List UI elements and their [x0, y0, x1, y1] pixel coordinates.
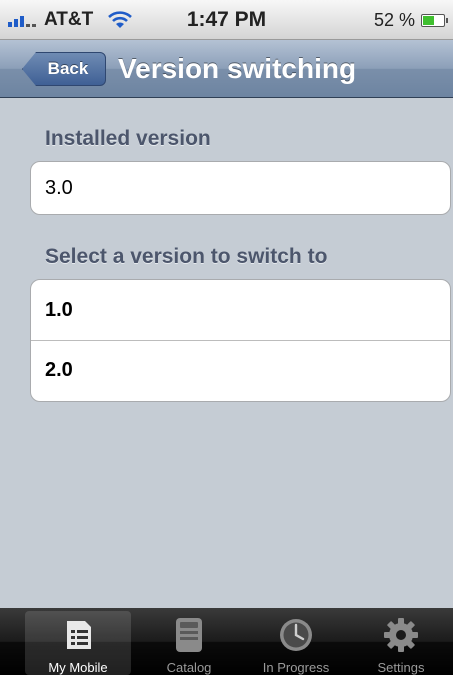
- catalog-icon: [169, 616, 209, 654]
- tab-bar: My Mobile Catalog In Progress Settings: [0, 608, 453, 675]
- tab-label: Settings: [377, 660, 425, 675]
- tab-catalog[interactable]: Catalog: [136, 611, 242, 675]
- tab-in-progress[interactable]: In Progress: [243, 611, 349, 675]
- tab-settings[interactable]: Settings: [348, 611, 453, 675]
- list-icon: [58, 616, 98, 654]
- status-bar: AT&T 1:47 PM 52 %: [0, 0, 453, 40]
- page-title: Version switching: [118, 53, 357, 84]
- tab-label: In Progress: [262, 660, 330, 675]
- installed-version-header: Installed version: [45, 127, 211, 150]
- back-button[interactable]: Back: [22, 52, 106, 86]
- version-option-1-0[interactable]: 1.0: [31, 280, 450, 340]
- screen: AT&T 1:47 PM 52 % Back Version switching…: [0, 0, 453, 675]
- tab-my-mobile[interactable]: My Mobile: [25, 611, 131, 675]
- version-list: 1.0 2.0: [30, 279, 451, 402]
- battery-percent: 52 %: [373, 9, 415, 30]
- battery-icon: [421, 13, 448, 27]
- tab-label: My Mobile: [48, 660, 108, 675]
- installed-version-group: 3.0: [30, 161, 451, 215]
- tab-label: Catalog: [166, 660, 212, 675]
- switch-version-header: Select a version to switch to: [45, 245, 328, 268]
- navigation-bar: Back Version switching: [0, 40, 453, 98]
- clock-icon: [276, 616, 316, 654]
- installed-version-value: 3.0: [45, 176, 73, 199]
- gear-icon: [381, 616, 421, 654]
- status-right: 52 %: [373, 0, 448, 40]
- version-option-2-0[interactable]: 2.0: [31, 340, 450, 400]
